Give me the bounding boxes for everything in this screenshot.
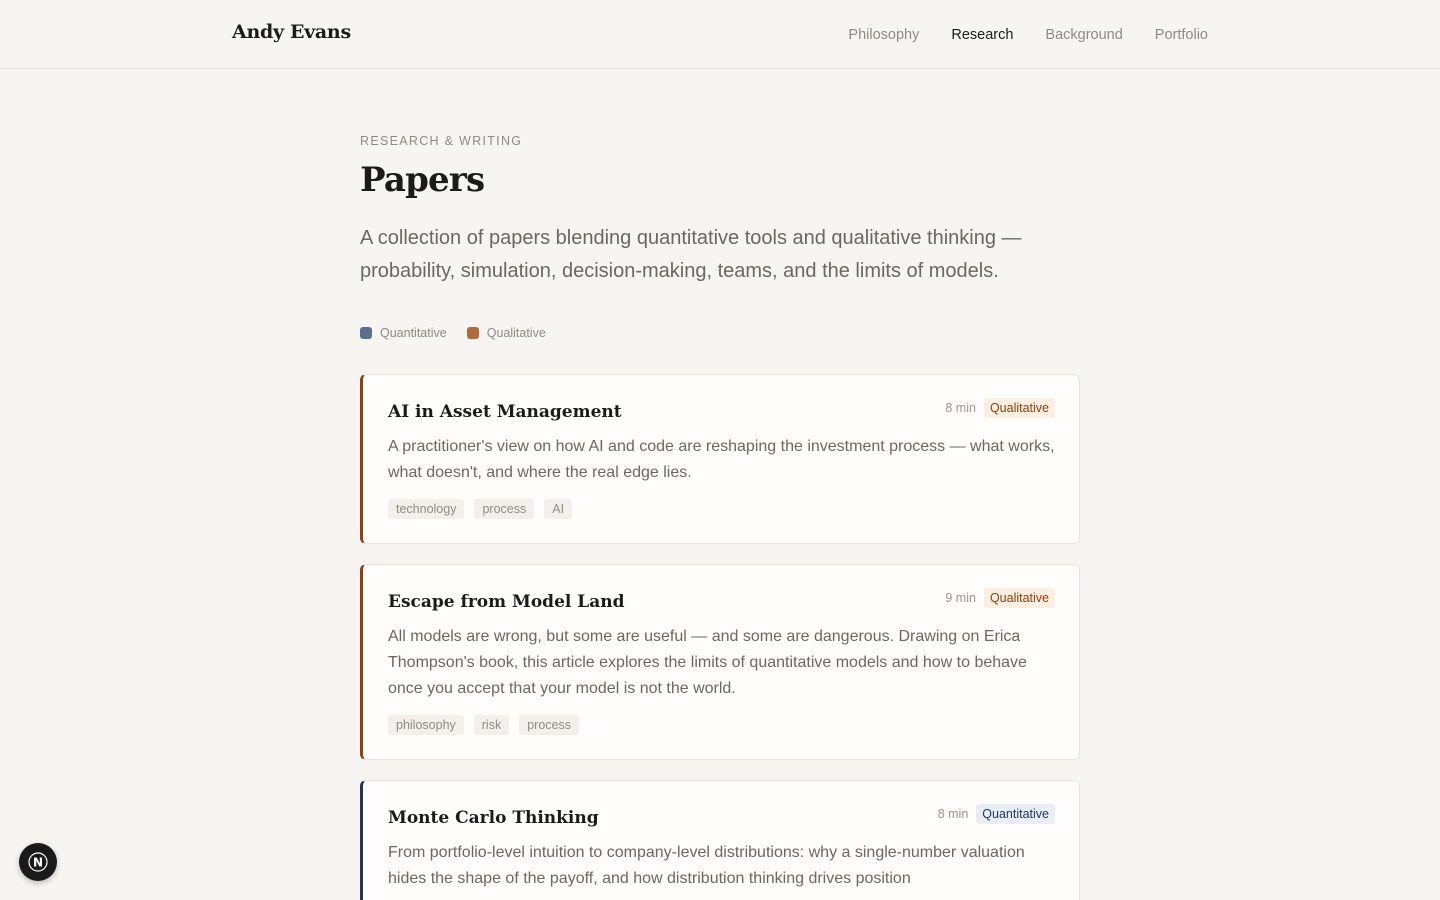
paper-title[interactable]: Monte Carlo Thinking [388, 808, 599, 828]
read-time: 8 min [945, 401, 976, 415]
nextjs-letter: N [33, 856, 43, 870]
tag[interactable]: AI [544, 499, 573, 519]
page-title: Papers [360, 160, 485, 200]
qualitative-swatch-icon [466, 327, 479, 339]
paper-tags: technology process AI [388, 499, 573, 519]
legend-quantitative-label: Quantitative [380, 326, 447, 340]
paper-description: All models are wrong, but some are usefu… [388, 628, 1027, 697]
section-eyebrow: RESEARCH & WRITING [360, 134, 523, 148]
tag[interactable]: philosophy [388, 715, 464, 735]
category-badge: Qualitative [983, 398, 1055, 418]
nav-background[interactable]: Background [1045, 27, 1122, 43]
legend-quantitative: Quantitative [360, 326, 447, 340]
tag[interactable]: technology [388, 499, 465, 519]
nav-portfolio[interactable]: Portfolio [1155, 27, 1208, 43]
main-nav: Philosophy Research Background Portfolio [848, 27, 1208, 43]
tag[interactable]: risk [473, 715, 510, 735]
brand-logo[interactable]: Andy Evans [232, 21, 351, 43]
read-time: 8 min [937, 807, 969, 821]
paper-tags: philosophy risk process [388, 715, 579, 735]
tag[interactable]: process [519, 715, 579, 735]
tag[interactable]: process [474, 499, 535, 519]
nav-research[interactable]: Research [951, 27, 1013, 43]
read-time: 9 min [945, 591, 976, 605]
site-header: Andy Evans Philosophy Research Backgroun… [0, 0, 1440, 69]
paper-meta: 8 min Quantitative [938, 804, 1055, 824]
page-lede: A collection of papers blending quantita… [360, 227, 1022, 282]
legend-qualitative-label: Qualitative [486, 326, 546, 340]
nextjs-dev-indicator[interactable]: N [19, 843, 57, 881]
paper-title[interactable]: AI in Asset Management [388, 402, 622, 422]
category-badge: Qualitative [983, 588, 1055, 608]
nav-philosophy[interactable]: Philosophy [848, 27, 919, 43]
quantitative-swatch-icon [360, 327, 372, 339]
nextjs-logo-icon: N [28, 852, 48, 872]
paper-card-monte-carlo-thinking[interactable]: Monte Carlo Thinking 8 min Quantitative … [360, 780, 1080, 900]
category-legend: Quantitative Qualitative [360, 326, 546, 340]
legend-qualitative: Qualitative [466, 326, 546, 340]
paper-card-escape-from-model-land[interactable]: Escape from Model Land 9 min Qualitative… [360, 564, 1080, 760]
paper-meta: 8 min Qualitative [945, 398, 1055, 418]
paper-meta: 9 min Qualitative [945, 588, 1055, 608]
paper-description: A practitioner's view on how AI and code… [388, 438, 1055, 481]
paper-card-ai-asset-management[interactable]: AI in Asset Management 8 min Qualitative… [360, 374, 1080, 544]
paper-description: From portfolio-level intuition to compan… [388, 844, 1025, 887]
category-badge: Quantitative [976, 804, 1055, 824]
paper-title[interactable]: Escape from Model Land [388, 592, 624, 612]
